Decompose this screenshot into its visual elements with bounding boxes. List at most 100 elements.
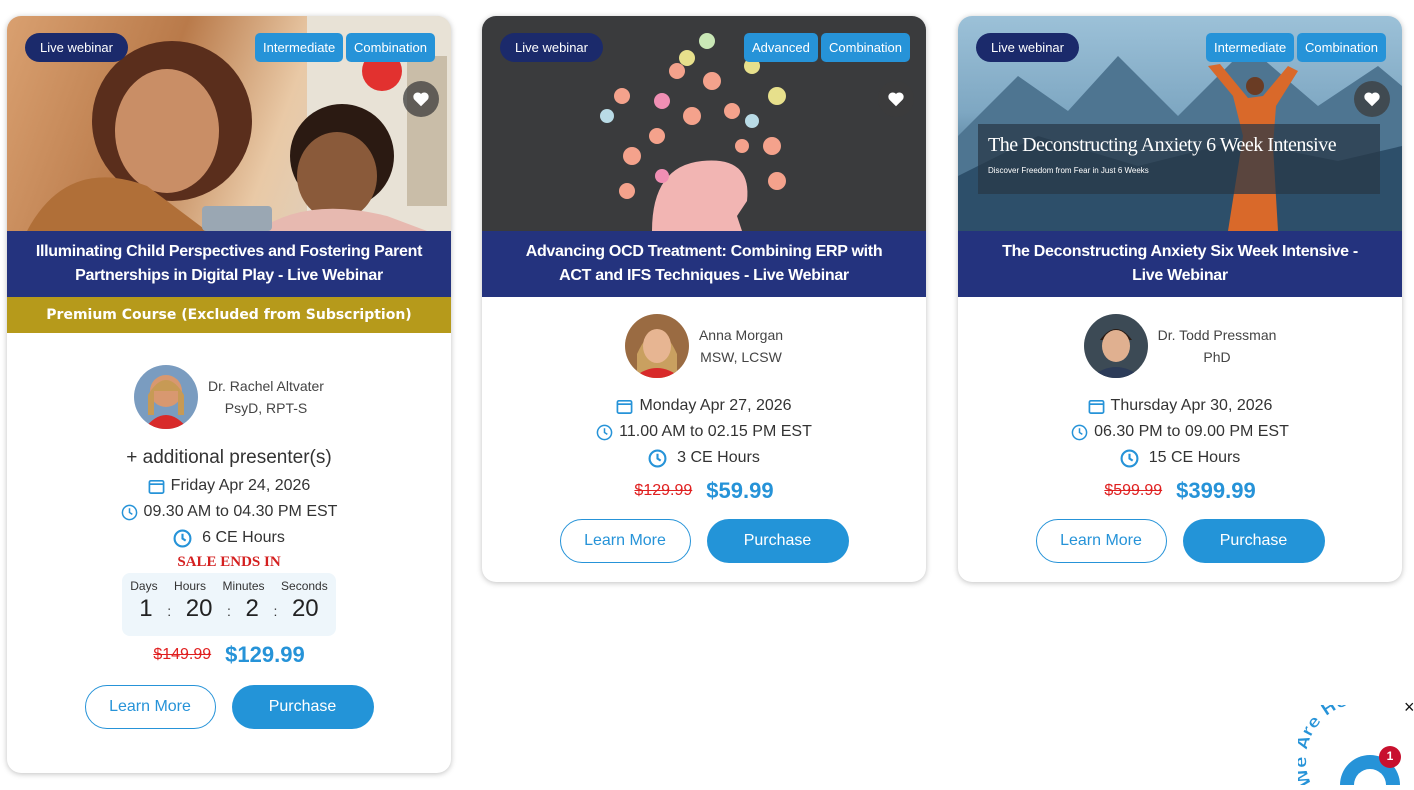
separator: :: [273, 603, 278, 619]
sale-label: SALE ENDS IN: [177, 554, 281, 570]
purchase-button[interactable]: Purchase: [231, 685, 374, 729]
separator: :: [227, 603, 231, 619]
level-tag: Intermediate: [1206, 33, 1295, 62]
sale-price: $59.99: [706, 478, 774, 503]
course-date: Monday Apr 27, 2026: [639, 397, 792, 414]
course-image[interactable]: Live webinar Intermediate Combination: [7, 16, 451, 231]
favorite-button[interactable]: [403, 81, 439, 117]
course-title[interactable]: Illuminating Child Perspectives and Fost…: [7, 231, 451, 297]
clock-icon: [121, 504, 137, 520]
ce-row: 3 CE Hours: [482, 445, 926, 471]
course-date: Friday Apr 24, 2026: [170, 477, 311, 494]
clock-icon: [1120, 449, 1139, 467]
original-price: $599.99: [1104, 482, 1163, 499]
chat-widget[interactable]: We Are Here! 1: [1291, 688, 1414, 790]
clock-icon: [596, 424, 613, 440]
hours-label: Hours: [174, 579, 207, 593]
heart-icon: [413, 92, 429, 107]
course-card: Live webinar Advanced Combination Advanc…: [482, 16, 926, 582]
presenter-name: Anna Morgan: [698, 327, 784, 343]
presenter-credentials: PsyD, RPT-S: [224, 400, 308, 416]
time-row: 11.00 AM to 02.15 PM EST: [482, 419, 926, 445]
hero-title: The Deconstructing Anxiety 6 Week Intens…: [988, 134, 1337, 156]
chat-bubble-icon: We Are Here!: [1291, 688, 1401, 790]
date-row: Friday Apr 24, 2026: [7, 473, 451, 499]
presenter: Dr. Todd Pressman PhD: [958, 314, 1402, 378]
learn-more-button[interactable]: Learn More: [559, 519, 691, 563]
course-image[interactable]: The Deconstructing Anxiety 6 Week Intens…: [958, 16, 1402, 231]
minutes-value: 2: [245, 595, 259, 622]
course-time: 11.00 AM to 02.15 PM EST: [619, 423, 812, 440]
learn-more-button[interactable]: Learn More: [1035, 519, 1167, 563]
hero-banner: The Deconstructing Anxiety 6 Week Intens…: [978, 124, 1380, 194]
calendar-icon: [148, 479, 165, 494]
heart-icon: [1364, 92, 1380, 107]
presenter-credentials: PhD: [1203, 349, 1231, 365]
presenter-name: Dr. Rachel Altvater: [208, 378, 324, 394]
price-row: $129.99 $59.99: [482, 475, 926, 507]
course-card: The Deconstructing Anxiety 6 Week Intens…: [958, 16, 1402, 582]
course-title[interactable]: The Deconstructing Anxiety Six Week Inte…: [958, 231, 1402, 297]
calendar-icon: [1088, 399, 1104, 414]
course-time: 06.30 PM to 09.00 PM EST: [1094, 423, 1289, 440]
minutes-label: Minutes: [222, 579, 265, 593]
date-row: Thursday Apr 30, 2026: [958, 393, 1402, 419]
action-buttons: Learn More Purchase: [7, 685, 451, 729]
course-title[interactable]: Advancing OCD Treatment: Combining ERP w…: [482, 231, 926, 297]
seconds-value: 20: [291, 595, 319, 622]
action-buttons: Learn More Purchase: [482, 519, 926, 563]
purchase-button[interactable]: Purchase: [706, 519, 849, 563]
favorite-button[interactable]: [1354, 81, 1390, 117]
presenter-name: Dr. Todd Pressman: [1157, 327, 1277, 343]
countdown-timer: Days Hours Minutes Seconds 1 : 20 : 2 : …: [122, 573, 336, 636]
type-tag: Combination: [821, 33, 910, 62]
format-badge: Live webinar: [976, 33, 1079, 62]
clock-icon: [173, 529, 192, 547]
time-row: 09.30 AM to 04.30 PM EST: [7, 499, 451, 525]
original-price: $149.99: [153, 646, 212, 663]
clock-icon: [1071, 424, 1088, 440]
additional-presenters[interactable]: + additional presenter(s): [7, 443, 451, 473]
premium-banner: Premium Course (Excluded from Subscripti…: [7, 297, 451, 333]
ce-row: 15 CE Hours: [958, 445, 1402, 471]
ce-hours: 15 CE Hours: [1148, 449, 1241, 466]
calendar-icon: [617, 399, 633, 414]
course-date: Thursday Apr 30, 2026: [1110, 397, 1273, 414]
format-badge: Live webinar: [25, 33, 128, 62]
seconds-label: Seconds: [281, 579, 328, 593]
ce-row: 6 CE Hours: [7, 525, 451, 551]
presenter-info: Dr. Todd Pressman PhD: [1158, 324, 1277, 368]
price-row: $599.99 $399.99: [958, 475, 1402, 507]
heart-icon: [888, 92, 904, 107]
purchase-button[interactable]: Purchase: [1182, 519, 1325, 563]
course-time: 09.30 AM to 04.30 PM EST: [143, 503, 338, 520]
days-label: Days: [130, 579, 158, 593]
hours-value: 20: [185, 595, 213, 622]
action-buttons: Learn More Purchase: [958, 519, 1402, 563]
separator: :: [167, 603, 172, 619]
original-price: $129.99: [634, 482, 693, 499]
ce-hours: 6 CE Hours: [202, 529, 285, 546]
course-image[interactable]: Live webinar Advanced Combination: [482, 16, 926, 231]
presenter-info: Anna Morgan MSW, LCSW: [699, 324, 783, 368]
avatar: [624, 314, 689, 378]
favorite-button[interactable]: [878, 81, 914, 117]
price-row: $149.99 $129.99: [7, 639, 451, 671]
presenter: Dr. Rachel Altvater PsyD, RPT-S: [7, 365, 451, 429]
course-card: Live webinar Intermediate Combination Il…: [7, 16, 451, 773]
presenter: Anna Morgan MSW, LCSW: [482, 314, 926, 378]
avatar: [134, 365, 199, 429]
presenter-credentials: MSW, LCSW: [700, 349, 782, 365]
level-tag: Intermediate: [255, 33, 344, 62]
hero-subtitle: Discover Freedom from Fear in Just 6 Wee…: [988, 166, 1149, 175]
presenter-info: Dr. Rachel Altvater PsyD, RPT-S: [208, 375, 324, 419]
sale-price: $399.99: [1176, 478, 1256, 503]
notification-badge: 1: [1386, 749, 1394, 763]
format-badge: Live webinar: [500, 33, 603, 62]
type-tag: Combination: [346, 33, 435, 62]
level-tag: Advanced: [744, 33, 818, 62]
time-row: 06.30 PM to 09.00 PM EST: [958, 419, 1402, 445]
learn-more-button[interactable]: Learn More: [84, 685, 216, 729]
ce-hours: 3 CE Hours: [677, 449, 760, 466]
days-value: 1: [139, 595, 153, 622]
